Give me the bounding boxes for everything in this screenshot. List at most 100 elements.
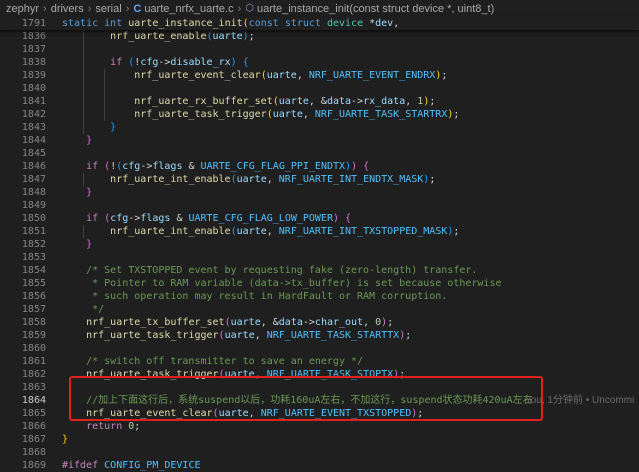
line-number: 1838 <box>21 57 46 68</box>
line-number: 1852 <box>21 239 46 250</box>
breadcrumb-item-function[interactable]: uarte_instance_init(const struct device … <box>257 3 494 15</box>
breadcrumb: zephyr › drivers › serial › C uarte_nrfx… <box>0 0 639 17</box>
line-text: if (!(cfg->flags & UARTE_CFG_FLAG_PPI_EN… <box>86 161 370 172</box>
line-number: 1865 <box>21 408 46 419</box>
code-line: 1868 <box>0 446 639 459</box>
code-line: 1854 /* Set TXSTOPPED event by requestin… <box>0 264 639 277</box>
line-text: nrf_uarte_int_enable(uarte, NRF_UARTE_IN… <box>110 226 460 237</box>
line-number: 1846 <box>21 161 46 172</box>
line-number: 1856 <box>21 291 46 302</box>
line-number: 1868 <box>21 447 46 458</box>
line-text: nrf_uarte_int_enable(uarte, NRF_UARTE_IN… <box>110 174 436 185</box>
line-text: * such operation may result in HardFault… <box>62 291 448 302</box>
code-editor[interactable]: 1791 static int uarte_instance_init(const… <box>0 17 639 472</box>
line-number: 1849 <box>21 200 46 211</box>
line-text: } <box>110 122 117 133</box>
code-line: 1859 nrf_uarte_task_trigger(uarte, NRF_U… <box>0 329 639 342</box>
line-number: 1848 <box>21 187 46 198</box>
breadcrumb-item-file[interactable]: uarte_nrfx_uarte.c <box>144 3 233 15</box>
line-number: 1854 <box>21 265 46 276</box>
line-number: 1867 <box>21 434 46 445</box>
line-text: nrf_uarte_tx_buffer_set(uarte, &data->ch… <box>86 317 394 328</box>
line-number: 1845 <box>21 148 46 159</box>
code-line: 1844 } <box>0 134 639 147</box>
line-text: nrf_uarte_enable(uarte); <box>110 31 255 42</box>
line-text: /* Set TXSTOPPED event by requesting fak… <box>62 265 478 276</box>
code-line: 1842 nrf_uarte_task_trigger(uarte, NRF_U… <box>0 108 639 121</box>
line-text: /* switch off transmitter to save an ene… <box>62 356 364 367</box>
line-text: nrf_uarte_event_clear(uarte, NRF_UARTE_E… <box>134 70 448 81</box>
code-line: 1839 nrf_uarte_event_clear(uarte, NRF_UA… <box>0 69 639 82</box>
line-number: 1862 <box>21 369 46 380</box>
code-line: 1849 <box>0 199 639 212</box>
code-line: 1841 nrf_uarte_rx_buffer_set(uarte, &dat… <box>0 95 639 108</box>
line-number: 1791 <box>21 18 46 29</box>
line-text: nrf_uarte_rx_buffer_set(uarte, &data->rx… <box>134 96 436 107</box>
code-line: 1857 */ <box>0 303 639 316</box>
breadcrumb-item-serial[interactable]: serial <box>95 3 121 15</box>
breadcrumb-item-drivers[interactable]: drivers <box>51 3 84 15</box>
code-line: 1863 <box>0 381 639 394</box>
line-number: 1847 <box>21 174 46 185</box>
line-text: } <box>86 187 93 198</box>
line-text: nrf_uarte_event_clear(uarte, NRF_UARTE_E… <box>86 408 424 419</box>
code-line: 1858 nrf_uarte_tx_buffer_set(uarte, &dat… <box>0 316 639 329</box>
code-line: 1856 * such operation may result in Hard… <box>0 290 639 303</box>
line-number: 1836 <box>21 31 46 42</box>
line-text: //加上下面这行后，系统suspend以后，功耗160uA左右，不加这行，sus… <box>62 395 533 406</box>
line-number: 1866 <box>21 421 46 432</box>
line-number: 1841 <box>21 96 46 107</box>
line-number: 1843 <box>21 122 46 133</box>
code-line: 1861 /* switch off transmitter to save a… <box>0 355 639 368</box>
line-number: 1861 <box>21 356 46 367</box>
code-line: 1848 } <box>0 186 639 199</box>
line-text: nrf_uarte_task_trigger(uarte, NRF_UARTE_… <box>86 330 412 341</box>
code-line: 1836 nrf_uarte_enable(uarte); <box>0 30 639 43</box>
line-number: 1869 <box>21 460 46 471</box>
c-file-icon: C <box>133 2 142 15</box>
line-text: } <box>62 434 69 445</box>
code-line: 1837 <box>0 43 639 56</box>
line-number: 1850 <box>21 213 46 224</box>
line-text: if (!cfg->disable_rx) { <box>110 57 249 68</box>
code-line: 1867} <box>0 433 639 446</box>
chevron-right-icon: › <box>87 2 92 15</box>
line-text: } <box>86 135 93 146</box>
code-line: 1791 static int uarte_instance_init(const… <box>0 17 639 30</box>
line-number: 1859 <box>21 330 46 341</box>
code-line: 1865 nrf_uarte_event_clear(uarte, NRF_UA… <box>0 407 639 420</box>
code-line: 1869 #ifdef CONFIG_PM_DEVICE <box>0 459 639 472</box>
line-text: nrf_uarte_task_trigger(uarte, NRF_UARTE_… <box>86 369 406 380</box>
method-cube-icon: ⬡ <box>245 3 254 14</box>
git-blame-annotation: You, 1分钟前 • Uncommi <box>525 395 635 406</box>
line-number: 1853 <box>21 252 46 263</box>
code-line: 1845 <box>0 147 639 160</box>
line-number: 1855 <box>21 278 46 289</box>
line-number: 1863 <box>21 382 46 393</box>
chevron-right-icon: › <box>125 2 130 15</box>
line-text: if (cfg->flags & UARTE_CFG_FLAG_LOW_POWE… <box>86 213 352 224</box>
code-line: 1855 * Pointer to RAM variable (data->tx… <box>0 277 639 290</box>
line-number: 1842 <box>21 109 46 120</box>
code-line: 1840 <box>0 82 639 95</box>
code-line: 1850 if (cfg->flags & UARTE_CFG_FLAG_LOW… <box>0 212 639 225</box>
code-line: 1853 <box>0 251 639 264</box>
line-text: */ <box>62 304 105 315</box>
code-line: 1838 if (!cfg->disable_rx) { <box>0 56 639 69</box>
chevron-right-icon: › <box>237 2 242 15</box>
line-text: static int uarte_instance_init(const str… <box>62 18 400 29</box>
line-number: 1840 <box>21 83 46 94</box>
line-text: return 0; <box>86 421 141 432</box>
code-line: 1852 } <box>0 238 639 251</box>
code-line-active: 1864 //加上下面这行后，系统suspend以后，功耗160uA左右，不加这… <box>0 394 639 407</box>
code-line: 1862 nrf_uarte_task_trigger(uarte, NRF_U… <box>0 368 639 381</box>
code-line: 1846 if (!(cfg->flags & UARTE_CFG_FLAG_P… <box>0 160 639 173</box>
line-text: nrf_uarte_task_trigger(uarte, NRF_UARTE_… <box>134 109 460 120</box>
breadcrumb-item-zephyr[interactable]: zephyr <box>6 3 39 15</box>
chevron-right-icon: › <box>43 2 47 15</box>
code-line: 1843 } <box>0 121 639 134</box>
code-line: 1851 nrf_uarte_int_enable(uarte, NRF_UAR… <box>0 225 639 238</box>
line-number: 1851 <box>21 226 46 237</box>
line-number: 1864 <box>21 395 46 406</box>
code-line: 1866 return 0; <box>0 420 639 433</box>
